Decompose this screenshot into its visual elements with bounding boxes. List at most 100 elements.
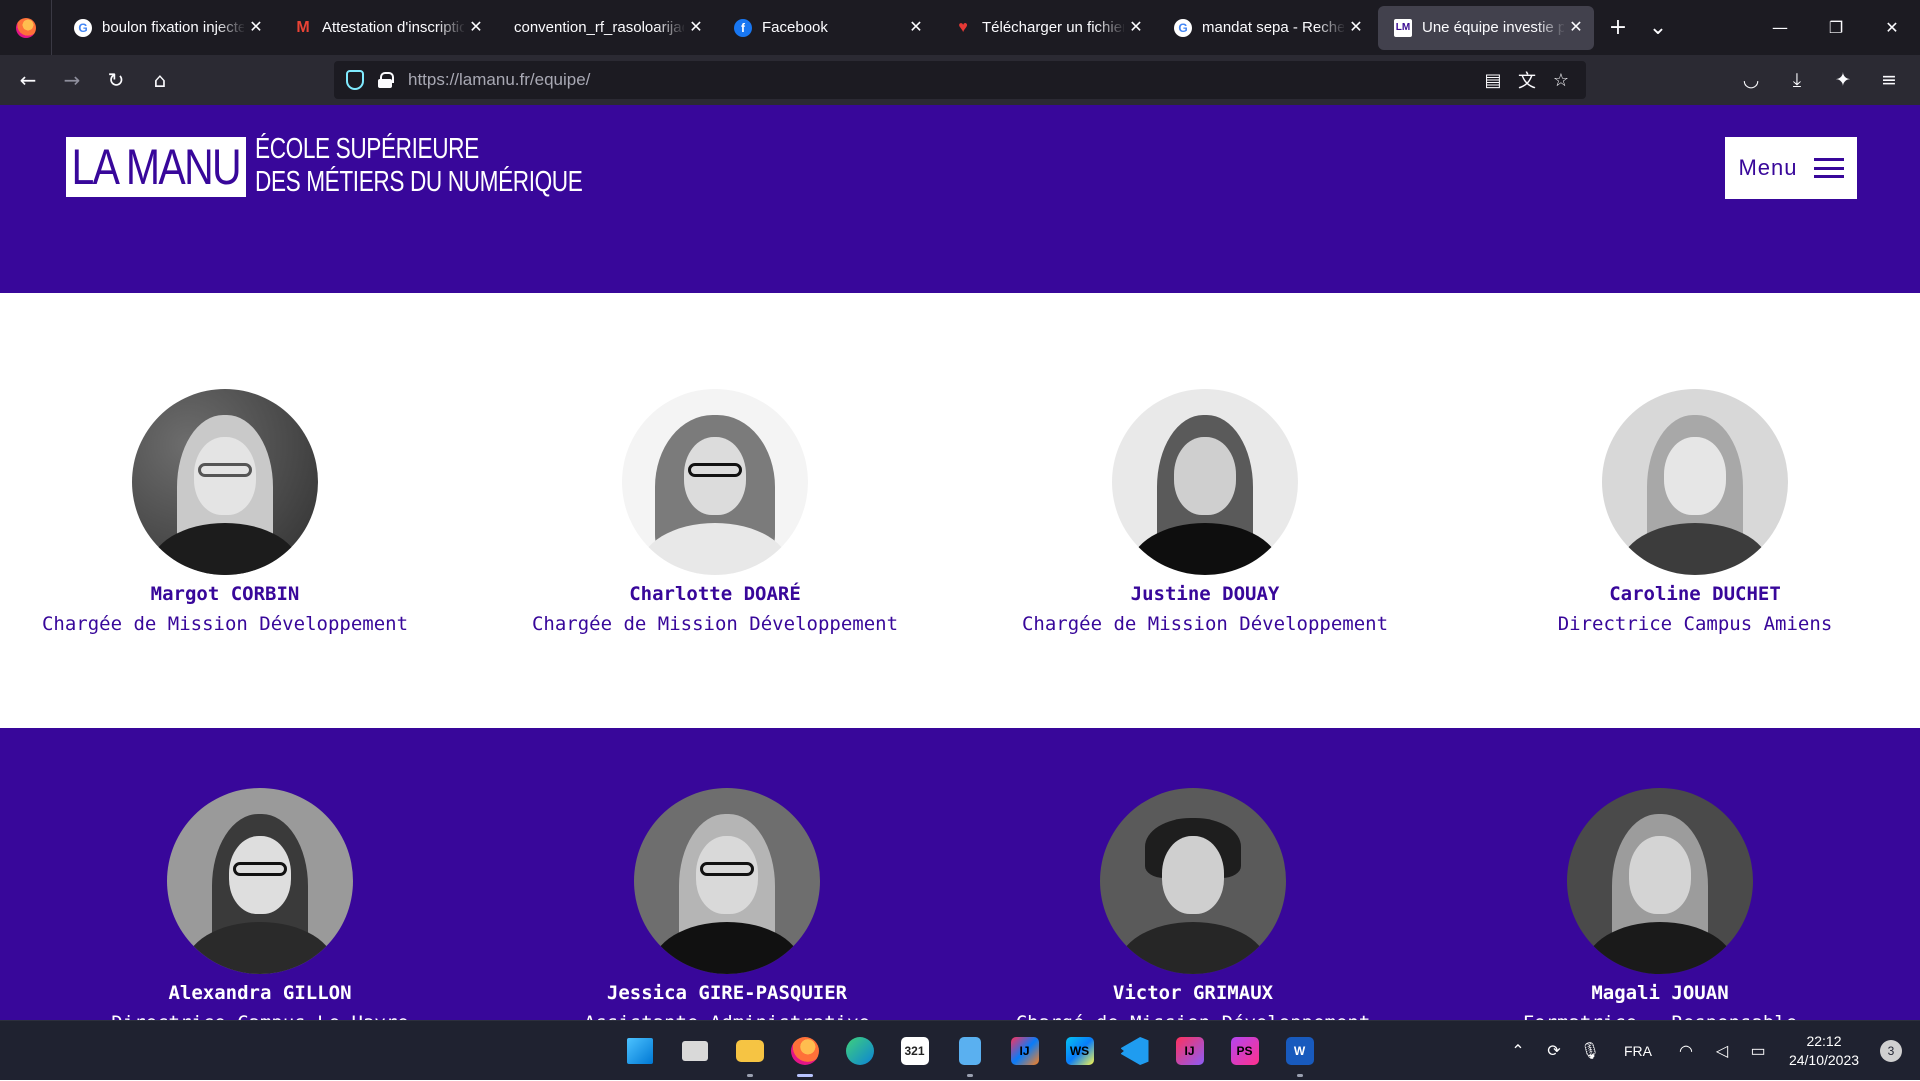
team-member-card[interactable]: Victor GRIMAUX Chargé de Mission Dévelop… [963, 788, 1423, 1020]
sync-icon[interactable]: ⟳ [1536, 1041, 1572, 1061]
team-member-card[interactable]: Charlotte DOARÉ Chargée de Mission Dével… [485, 389, 945, 639]
team-member-card[interactable]: Margot CORBIN Chargée de Mission Dévelop… [0, 389, 455, 639]
clock[interactable]: 22:12 24/10/2023 [1776, 1032, 1872, 1070]
minimize-icon[interactable]: — [1752, 0, 1808, 55]
close-tab-icon[interactable]: ✕ [246, 17, 266, 37]
tab-facebook[interactable]: f Facebook ✕ [718, 5, 934, 50]
menu-button[interactable]: Menu [1725, 137, 1857, 199]
back-button[interactable]: ← [6, 58, 50, 102]
vscode-icon[interactable] [1107, 1021, 1162, 1081]
lock-icon[interactable] [378, 72, 394, 88]
browser-nav-bar: ← → ↻ ⌂ https://lamanu.fr/equipe/ ▤ 文 ☆ … [0, 55, 1920, 105]
downloads-icon[interactable]: ⤓ [1774, 69, 1820, 91]
member-role: Formatrice - Responsable [1430, 1008, 1890, 1020]
intellij-ultimate-icon[interactable]: IJ [1162, 1021, 1217, 1081]
team-member-card[interactable]: Justine DOUAY Chargée de Mission Dévelop… [975, 389, 1435, 639]
task-view-icon[interactable] [667, 1021, 722, 1081]
close-tab-icon[interactable]: ✕ [1566, 17, 1586, 37]
member-role: Directrice Campus Amiens [1557, 613, 1833, 635]
team-member-card[interactable]: Caroline DUCHET Directrice Campus Amiens [1465, 389, 1920, 639]
close-tab-icon[interactable]: ✕ [1126, 17, 1146, 37]
member-name: Caroline DUCHET [1609, 583, 1781, 605]
tab-mandat-sepa[interactable]: Gmandat sepa - Recher ✕ [1158, 5, 1374, 50]
volume-icon[interactable]: ◁ [1704, 1041, 1740, 1061]
team-section-purple: Alexandra GILLON Directrice Campus Le Ha… [0, 728, 1920, 1020]
battery-icon[interactable]: ▭ [1740, 1041, 1776, 1061]
calendar-app-icon[interactable]: 321 [887, 1021, 942, 1081]
avatar [167, 788, 353, 974]
lamanu-icon: LM [1394, 18, 1412, 37]
list-all-tabs-button[interactable]: ⌄ [1638, 8, 1678, 48]
word-icon[interactable]: W [1272, 1021, 1327, 1081]
avatar [132, 389, 318, 575]
member-role: Chargé de Mission Développement [963, 1008, 1423, 1020]
tab-attestation[interactable]: M Attestation d'inscriptio ✕ [278, 5, 494, 50]
member-name: Victor GRIMAUX [1112, 982, 1274, 1004]
reload-button[interactable]: ↻ [94, 58, 138, 102]
wifi-icon[interactable]: ◠ [1668, 1041, 1704, 1061]
close-tab-icon[interactable]: ✕ [466, 17, 486, 37]
windows-start-icon[interactable] [612, 1021, 667, 1081]
firefox-icon [15, 17, 36, 38]
google-icon: G [74, 18, 92, 37]
avatar [634, 788, 820, 974]
notepad-icon[interactable] [942, 1021, 997, 1081]
member-role: Chargée de Mission Développement [41, 613, 409, 635]
bookmark-star-icon[interactable]: ☆ [1544, 70, 1578, 91]
logo-tagline[interactable]: ÉCOLE SUPÉRIEURE DES MÉTIERS DU NUMÉRIQU… [255, 133, 583, 199]
firefox-menu-button[interactable] [0, 0, 52, 55]
browser-tab-bar: Gboulon fixation injecte ✕ M Attestation d… [0, 0, 1920, 55]
firefox-icon[interactable] [777, 1021, 832, 1081]
gmail-icon: M [296, 18, 310, 36]
tab-title: Facebook [762, 19, 828, 36]
intellij-icon[interactable]: IJ [997, 1021, 1052, 1081]
microphone-icon[interactable]: 🎙 [1572, 1041, 1608, 1061]
url-host: https://lamanu.fr [408, 70, 530, 89]
notification-badge[interactable]: 3 [1880, 1040, 1902, 1062]
avatar [622, 389, 808, 575]
phpstorm-icon[interactable]: PS [1217, 1021, 1272, 1081]
member-role: Assistante Administrative [497, 1008, 957, 1020]
team-member-card[interactable]: Magali JOUAN Formatrice - Responsable [1430, 788, 1890, 1020]
menu-label: Menu [1738, 155, 1798, 180]
address-bar[interactable]: https://lamanu.fr/equipe/ ▤ 文 ☆ [334, 61, 1586, 99]
close-window-icon[interactable]: ✕ [1864, 0, 1920, 55]
member-name: Charlotte DOARÉ [629, 583, 801, 605]
input-language[interactable]: FRA [1608, 1043, 1668, 1059]
new-tab-button[interactable]: + [1598, 8, 1638, 48]
webstorm-icon[interactable]: WS [1052, 1021, 1107, 1081]
edge-icon[interactable] [832, 1021, 887, 1081]
file-explorer-icon[interactable] [722, 1021, 777, 1081]
member-role: Chargée de Mission Développement [531, 613, 899, 635]
heart-icon: ♥ [958, 18, 968, 36]
team-member-card[interactable]: Jessica GIRE-PASQUIER Assistante Adminis… [497, 788, 957, 1020]
site-header: LA MANU ÉCOLE SUPÉRIEURE DES MÉTIERS DU … [0, 105, 1920, 293]
tracking-protection-icon[interactable] [346, 70, 364, 90]
restore-icon[interactable]: ❐ [1808, 0, 1864, 55]
url-text[interactable]: https://lamanu.fr/equipe/ [408, 70, 590, 90]
clock-time: 22:12 [1806, 1033, 1842, 1049]
logo-mark: LA MANU [71, 139, 242, 195]
forward-button[interactable]: → [50, 58, 94, 102]
tab-telecharger[interactable]: ♥ Télécharger un fichier ✕ [938, 5, 1154, 50]
extensions-icon[interactable]: ✦ [1820, 69, 1866, 91]
tab-boulon[interactable]: Gboulon fixation injecte ✕ [58, 5, 274, 50]
reader-view-icon[interactable]: ▤ [1476, 70, 1510, 91]
member-name: Justine DOUAY [1130, 583, 1280, 605]
close-tab-icon[interactable]: ✕ [906, 17, 926, 37]
team-member-card[interactable]: Alexandra GILLON Directrice Campus Le Ha… [30, 788, 490, 1020]
app-menu-icon[interactable]: ≡ [1866, 69, 1912, 91]
translate-icon[interactable]: 文 [1510, 67, 1544, 93]
site-logo[interactable]: LA MANU [66, 137, 246, 197]
home-button[interactable]: ⌂ [138, 58, 182, 102]
member-name: Margot CORBIN [150, 583, 300, 605]
tab-convention[interactable]: convention_rf_rasoloarijao ✕ [498, 5, 714, 50]
close-tab-icon[interactable]: ✕ [686, 17, 706, 37]
window-controls: — ❐ ✕ [1752, 0, 1920, 55]
show-hidden-icons-chevron-icon[interactable]: ⌃ [1500, 1041, 1536, 1061]
member-name: Magali JOUAN [1591, 982, 1729, 1004]
avatar [1112, 389, 1298, 575]
tab-equipe-active[interactable]: LM Une équipe investie po ✕ [1378, 5, 1594, 50]
close-tab-icon[interactable]: ✕ [1346, 17, 1366, 37]
pocket-icon[interactable]: ◡ [1728, 69, 1774, 91]
